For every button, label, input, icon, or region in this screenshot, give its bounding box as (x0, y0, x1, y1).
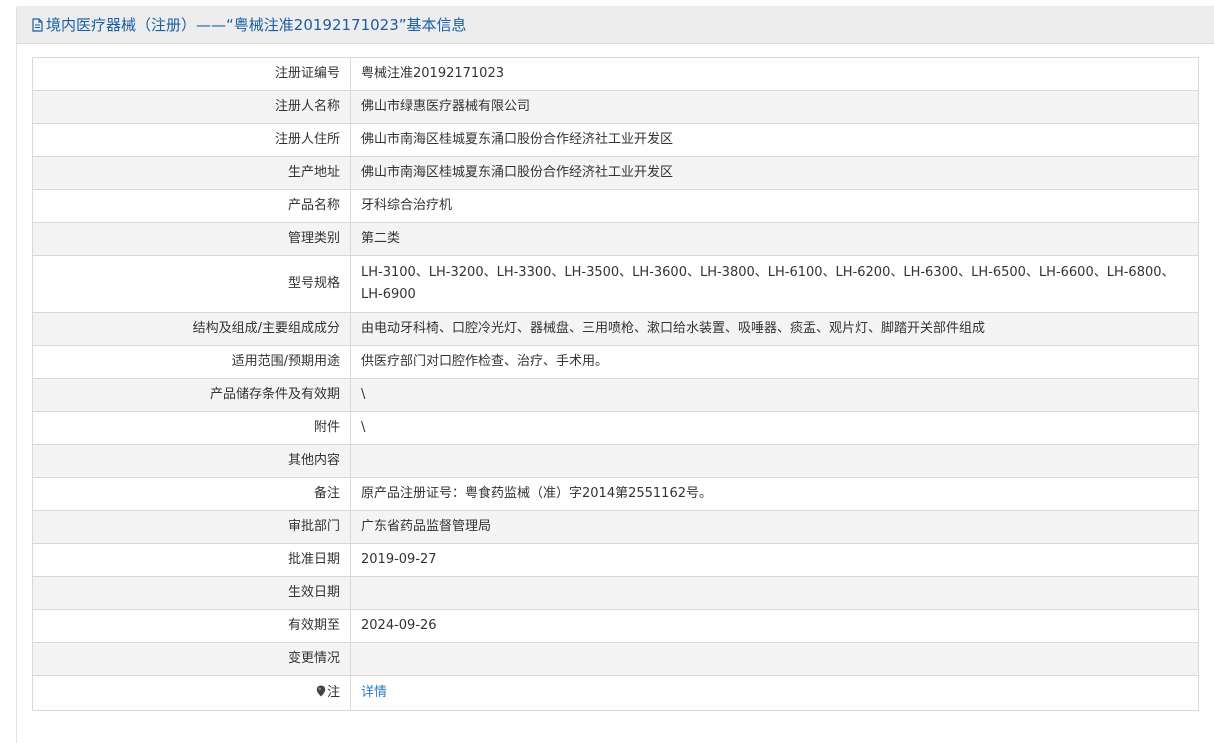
row-label: 注册人住所 (32, 123, 351, 157)
row-value: 2024-09-26 (350, 609, 1199, 643)
row-value: 2019-09-27 (350, 543, 1199, 577)
info-table: 注册证编号 粤械注准20192171023 注册人名称 佛山市绿惠医疗器械有限公… (32, 57, 1199, 711)
document-icon (32, 17, 43, 32)
page-title: 境内医疗器械（注册）——“粤械注准20192171023”基本信息 (46, 16, 467, 34)
row-label: 批准日期 (32, 543, 351, 577)
row-value: 粤械注准20192171023 (350, 57, 1199, 91)
table-row: 批准日期 2019-09-27 (32, 543, 1199, 577)
table-row: 型号规格 LH-3100、LH-3200、LH-3300、LH-3500、LH-… (32, 255, 1199, 313)
row-value: \ (350, 411, 1199, 445)
location-pin-icon (316, 683, 326, 697)
details-link[interactable]: 详情 (361, 685, 387, 700)
panel-header: 境内医疗器械（注册）——“粤械注准20192171023”基本信息 (17, 6, 1214, 44)
table-row: 管理类别 第二类 (32, 222, 1199, 256)
row-label: 产品储存条件及有效期 (32, 378, 351, 412)
row-value: 由电动牙科椅、口腔冷光灯、器械盘、三用喷枪、漱口给水装置、吸唾器、痰盂、观片灯、… (350, 312, 1199, 346)
table-row: 结构及组成/主要组成成分 由电动牙科椅、口腔冷光灯、器械盘、三用喷枪、漱口给水装… (32, 312, 1199, 346)
row-value: 佛山市绿惠医疗器械有限公司 (350, 90, 1199, 124)
row-value: 广东省药品监督管理局 (350, 510, 1199, 544)
row-label: 注册证编号 (32, 57, 351, 91)
table-row: 备注 原产品注册证号：粤食药监械（准）字2014第2551162号。 (32, 477, 1199, 511)
row-value: 供医疗部门对口腔作检查、治疗、手术用。 (350, 345, 1199, 379)
table-row: 注册人名称 佛山市绿惠医疗器械有限公司 (32, 90, 1199, 124)
table-row: 产品名称 牙科综合治疗机 (32, 189, 1199, 223)
info-panel: 境内医疗器械（注册）——“粤械注准20192171023”基本信息 注册证编号 … (16, 6, 1214, 743)
note-value-cell: 详情 (350, 675, 1199, 711)
row-value (350, 444, 1199, 478)
row-label: 其他内容 (32, 444, 351, 478)
note-row: 注 详情 (32, 675, 1199, 711)
table-row: 生效日期 (32, 576, 1199, 610)
row-value: \ (350, 378, 1199, 412)
row-label: 产品名称 (32, 189, 351, 223)
table-row: 审批部门 广东省药品监督管理局 (32, 510, 1199, 544)
row-label: 审批部门 (32, 510, 351, 544)
row-label: 变更情况 (32, 642, 351, 676)
table-row: 附件 \ (32, 411, 1199, 445)
row-value: 佛山市南海区桂城夏东涌口股份合作经济社工业开发区 (350, 156, 1199, 190)
row-value: 第二类 (350, 222, 1199, 256)
row-value (350, 576, 1199, 610)
table-row: 其他内容 (32, 444, 1199, 478)
note-label: 注 (326, 685, 340, 700)
row-label: 注册人名称 (32, 90, 351, 124)
row-label: 生产地址 (32, 156, 351, 190)
row-value: 牙科综合治疗机 (350, 189, 1199, 223)
table-row: 注册证编号 粤械注准20192171023 (32, 57, 1199, 91)
row-label: 管理类别 (32, 222, 351, 256)
row-label: 型号规格 (32, 255, 351, 313)
row-label: 生效日期 (32, 576, 351, 610)
row-label: 有效期至 (32, 609, 351, 643)
table-row: 适用范围/预期用途 供医疗部门对口腔作检查、治疗、手术用。 (32, 345, 1199, 379)
row-value: 佛山市南海区桂城夏东涌口股份合作经济社工业开发区 (350, 123, 1199, 157)
row-label: 适用范围/预期用途 (32, 345, 351, 379)
table-row: 注册人住所 佛山市南海区桂城夏东涌口股份合作经济社工业开发区 (32, 123, 1199, 157)
table-row: 变更情况 (32, 642, 1199, 676)
table-row: 生产地址 佛山市南海区桂城夏东涌口股份合作经济社工业开发区 (32, 156, 1199, 190)
info-table-wrap: 注册证编号 粤械注准20192171023 注册人名称 佛山市绿惠医疗器械有限公… (32, 57, 1199, 711)
row-value (350, 642, 1199, 676)
row-value: LH-3100、LH-3200、LH-3300、LH-3500、LH-3600、… (350, 255, 1199, 313)
row-label: 结构及组成/主要组成成分 (32, 312, 351, 346)
row-label: 备注 (32, 477, 351, 511)
table-row: 产品储存条件及有效期 \ (32, 378, 1199, 412)
note-label-cell: 注 (32, 675, 351, 711)
row-label: 附件 (32, 411, 351, 445)
table-row: 有效期至 2024-09-26 (32, 609, 1199, 643)
row-value: 原产品注册证号：粤食药监械（准）字2014第2551162号。 (350, 477, 1199, 511)
